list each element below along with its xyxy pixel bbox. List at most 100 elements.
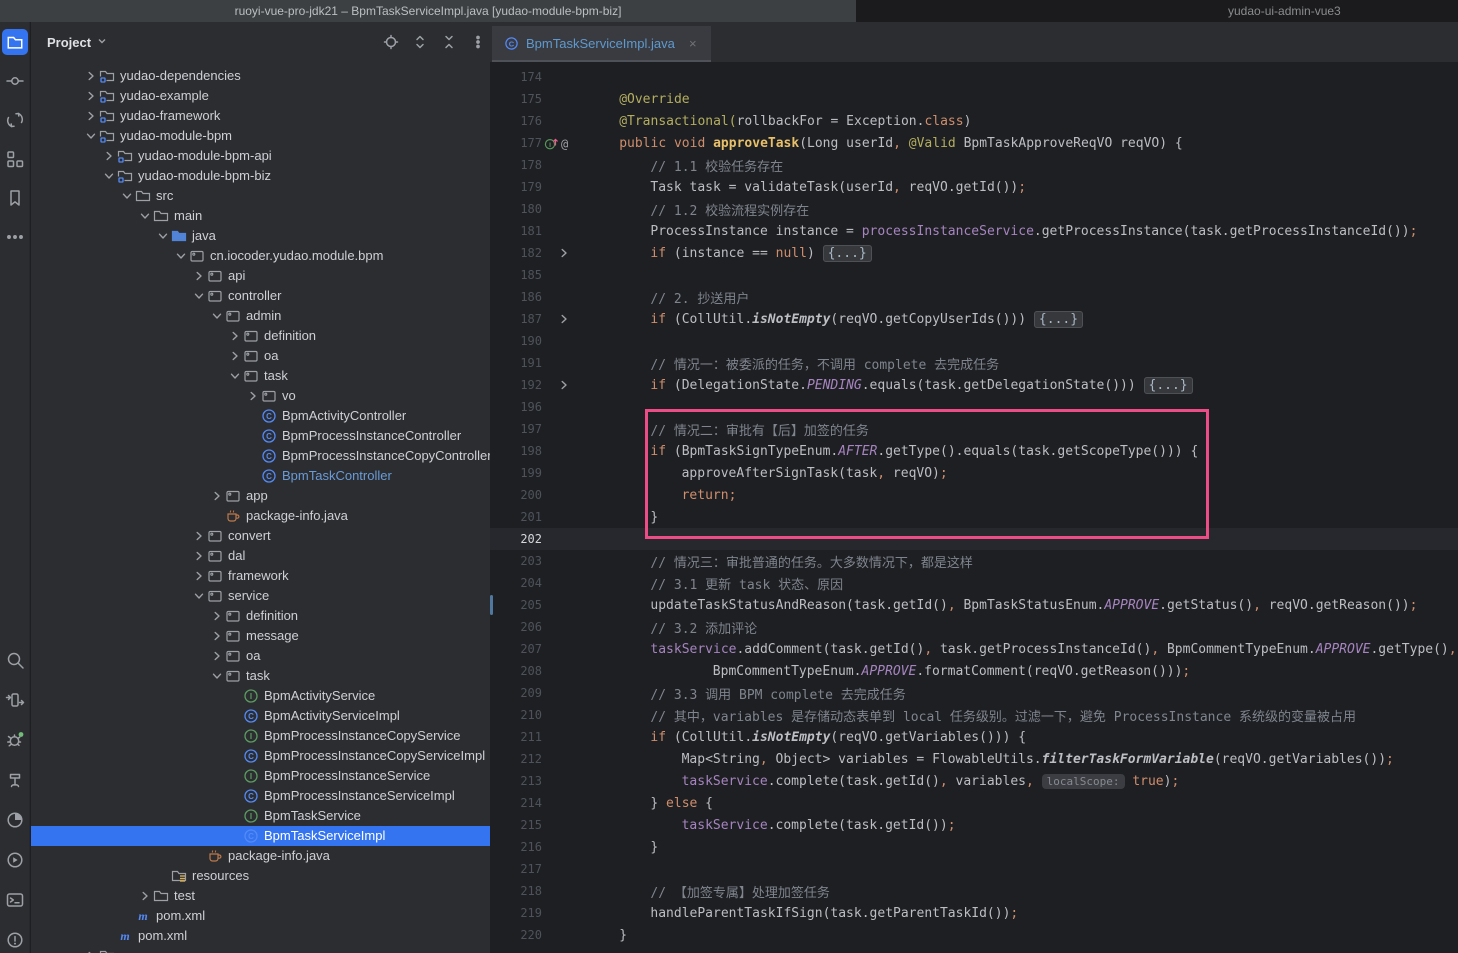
line-number[interactable]: 180 [494,202,542,216]
code-line-176[interactable]: 176@Transactional(rollbackFor = Exceptio… [490,110,1458,132]
tree-row-oa[interactable]: oa [31,346,490,366]
tree-row-yudao-module-bpm-api[interactable]: yudao-module-bpm-api [31,146,490,166]
chevron-expanded-icon[interactable] [101,168,117,184]
chevron-collapsed-icon[interactable] [209,608,225,624]
chevron-collapsed-icon[interactable] [209,648,225,664]
line-number[interactable]: 175 [494,92,542,106]
tree-row-definition[interactable]: definition [31,606,490,626]
line-number[interactable]: 199 [494,466,542,480]
line-number[interactable]: 217 [494,862,542,876]
chevron-collapsed-icon[interactable] [83,68,99,84]
tree-row-bpmprocessinstancecopycontroller[interactable]: CBpmProcessInstanceCopyController [31,446,490,466]
collapse-all-icon[interactable] [441,34,457,50]
tree-row-app[interactable]: app [31,486,490,506]
code-line-191[interactable]: 191// 情况一：被委派的任务，不调用 complete 去完成任务 [490,352,1458,374]
chevron-collapsed-icon[interactable] [83,88,99,104]
line-number[interactable]: 187 [494,312,542,326]
close-icon[interactable]: × [685,36,701,51]
line-number[interactable]: 212 [494,752,542,766]
search-icon[interactable] [2,647,28,673]
tree-row-bpmactivitycontroller[interactable]: CBpmActivityController [31,406,490,426]
line-number[interactable]: 208 [494,664,542,678]
code-line-216[interactable]: 216} [490,836,1458,858]
code-line-206[interactable]: 206// 3.2 添加评论 [490,616,1458,638]
code-line-186[interactable]: 186// 2. 抄送用户 [490,286,1458,308]
tree-row-pom-xml[interactable]: mpom.xml [31,926,490,946]
line-number[interactable]: 204 [494,576,542,590]
code-line-180[interactable]: 180// 1.2 校验流程实例存在 [490,198,1458,220]
code-line-204[interactable]: 204// 3.1 更新 task 状态、原因 [490,572,1458,594]
line-number[interactable]: 218 [494,884,542,898]
code-line-185[interactable]: 185 [490,264,1458,286]
more-tools-icon[interactable] [2,224,28,250]
line-number[interactable]: 205 [494,598,542,612]
line-number[interactable]: 186 [494,290,542,304]
line-number[interactable]: 177 [494,136,542,150]
project-icon[interactable] [2,29,28,55]
chevron-collapsed-icon[interactable] [83,948,99,953]
chevron-collapsed-icon[interactable] [191,568,207,584]
code-line-213[interactable]: 213taskService.complete(task.getId(), va… [490,770,1458,792]
tree-row-yudao-dependencies[interactable]: yudao-dependencies [31,66,490,86]
line-number[interactable]: 176 [494,114,542,128]
code-line-190[interactable]: 190 [490,330,1458,352]
fold-chevron-icon[interactable] [558,379,570,395]
line-number[interactable]: 178 [494,158,542,172]
code-line-178[interactable]: 178// 1.1 校验任务存在 [490,154,1458,176]
code-line-220[interactable]: 220} [490,924,1458,946]
tree-row-message[interactable]: message [31,626,490,646]
line-number[interactable]: 190 [494,334,542,348]
line-number[interactable]: 215 [494,818,542,832]
debug-icon[interactable] [2,727,28,753]
tree-row-bpmtaskserviceimpl[interactable]: CBpmTaskServiceImpl [31,826,490,846]
line-number[interactable]: 192 [494,378,542,392]
tree-row-yudao-module-bpm-biz[interactable]: yudao-module-bpm-biz [31,166,490,186]
tree-row-service[interactable]: service [31,586,490,606]
chevron-expanded-icon[interactable] [155,228,171,244]
line-number[interactable]: 182 [494,246,542,260]
line-number[interactable]: 211 [494,730,542,744]
services-icon[interactable] [2,847,28,873]
code-line-209[interactable]: 209// 3.3 调用 BPM complete 去完成任务 [490,682,1458,704]
tree-row-convert[interactable]: convert [31,526,490,546]
chevron-expanded-icon[interactable] [227,368,243,384]
tree-row-bpmtaskservice[interactable]: IBpmTaskService [31,806,490,826]
code-line-207[interactable]: 207taskService.addComment(task.getId(), … [490,638,1458,660]
code-line-217[interactable]: 217 [490,858,1458,880]
chevron-expanded-icon[interactable] [191,588,207,604]
implementing-method-icon[interactable]: I@ [544,136,568,151]
line-number[interactable]: 219 [494,906,542,920]
chevron-collapsed-icon[interactable] [137,888,153,904]
folded-region-chip[interactable]: {...} [823,245,872,262]
code-line-218[interactable]: 218// 【加签专属】处理加签任务 [490,880,1458,902]
line-number[interactable]: 203 [494,554,542,568]
tree-row-task[interactable]: task [31,366,490,386]
tree-row-bpmprocessinstancecopyservice[interactable]: IBpmProcessInstanceCopyService [31,726,490,746]
line-number[interactable]: 181 [494,224,542,238]
locate-icon[interactable] [383,34,399,50]
tree-row-vo[interactable]: vo [31,386,490,406]
tree-row-bpmtaskcontroller[interactable]: CBpmTaskController [31,466,490,486]
code-line-187[interactable]: 187if (CollUtil.isNotEmpty(reqVO.getCopy… [490,308,1458,330]
code-line-205[interactable]: 205updateTaskStatusAndReason(task.getId(… [490,594,1458,616]
terminal-icon[interactable] [2,887,28,913]
line-number[interactable]: 206 [494,620,542,634]
chevron-collapsed-icon[interactable] [191,548,207,564]
tree-row-api[interactable]: api [31,266,490,286]
tree-row-yudao-example[interactable]: yudao-example [31,86,490,106]
tree-row-cn-iocoder-yudao-module-bpm[interactable]: cn.iocoder.yudao.module.bpm [31,246,490,266]
chevron-collapsed-icon[interactable] [227,348,243,364]
run-icon[interactable] [2,687,28,713]
chevron-expanded-icon[interactable] [137,208,153,224]
folded-region-chip[interactable]: {...} [1034,311,1083,328]
code-line-179[interactable]: 179Task task = validateTask(userId, reqV… [490,176,1458,198]
line-number[interactable]: 198 [494,444,542,458]
chevron-expanded-icon[interactable] [209,668,225,684]
bookmarks-icon[interactable] [2,185,28,211]
tree-row-yudao-module-bpm[interactable]: yudao-module-bpm [31,126,490,146]
folded-region-chip[interactable]: {...} [1144,377,1193,394]
chevron-collapsed-icon[interactable] [101,148,117,164]
tree-row-package-info-java[interactable]: package-info.java [31,506,490,526]
structure-icon[interactable] [2,146,28,172]
tree-row[interactable] [31,946,490,953]
